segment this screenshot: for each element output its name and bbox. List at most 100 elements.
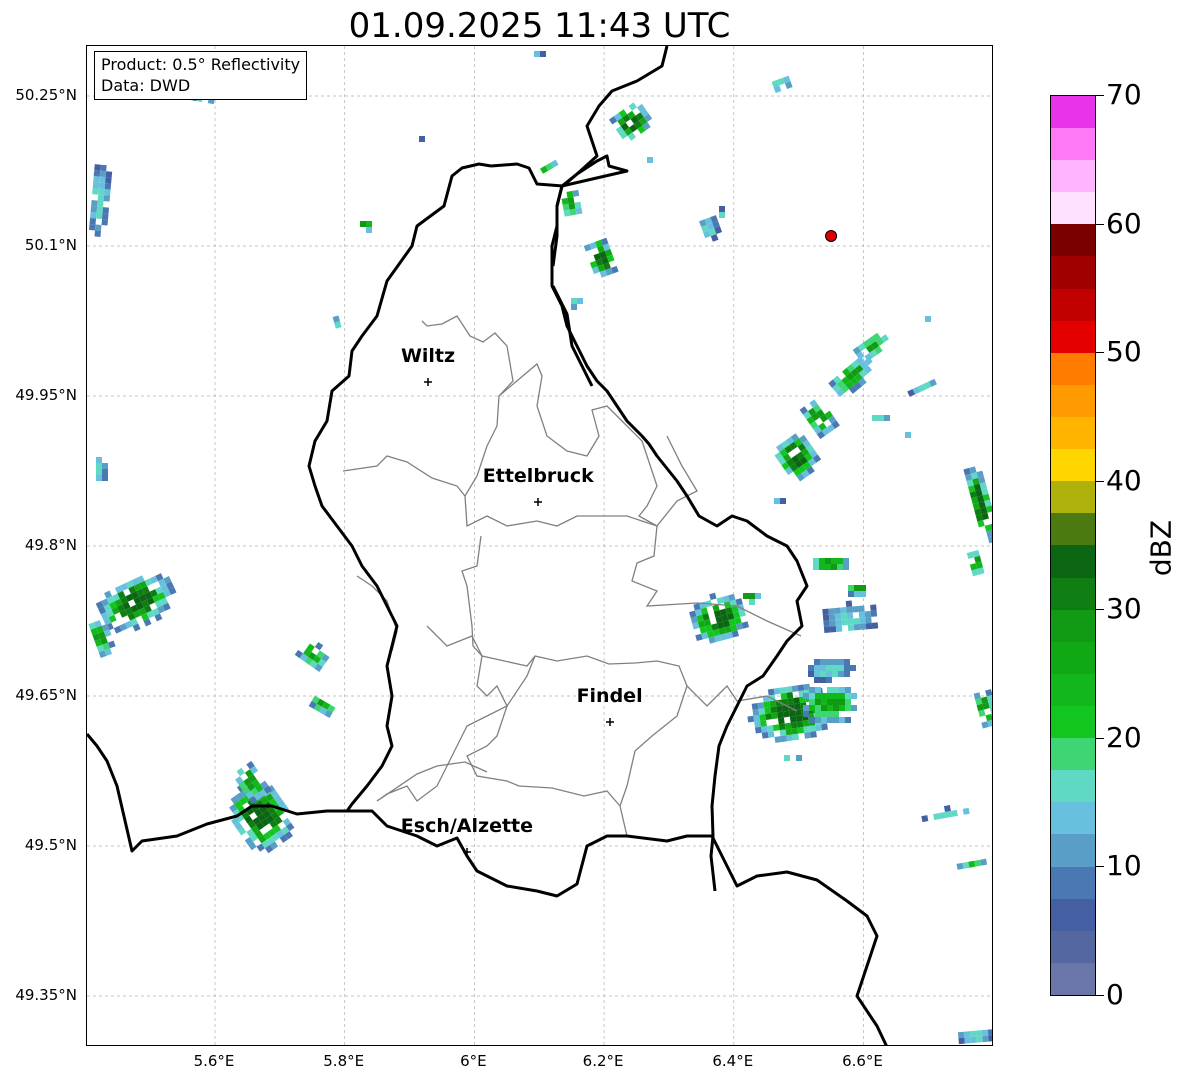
echo-pixel <box>796 720 804 728</box>
graticule <box>87 46 992 1045</box>
echo-pixel <box>760 725 768 733</box>
echo-pixel <box>825 564 831 570</box>
echo-pixel <box>784 722 792 730</box>
echo-pixel <box>976 1036 983 1043</box>
colorbar-tick-label: 20 <box>1106 720 1142 754</box>
echo-pixel <box>832 671 838 677</box>
echo-pixel <box>747 715 755 723</box>
echo-pixel <box>847 624 855 631</box>
echo-pixel <box>803 711 809 717</box>
echo-pixel <box>755 593 761 599</box>
echo-pixel <box>96 475 102 481</box>
border-belgium-france <box>87 733 347 853</box>
echo-pixel <box>839 687 845 693</box>
colorbar-segment <box>1051 417 1095 450</box>
echo-pixel <box>826 671 832 677</box>
echo-pixel <box>360 221 366 227</box>
echo-pixel <box>945 810 952 818</box>
colorbar-segment <box>1051 128 1095 161</box>
echo-pixel <box>846 606 853 614</box>
echo-pixel <box>845 717 851 723</box>
echo-cell <box>419 136 425 142</box>
district-boundary-west <box>376 625 508 802</box>
echo-cell <box>96 457 108 481</box>
echo-pixel <box>980 858 988 866</box>
map-canvas[interactable] <box>87 46 993 1046</box>
echo-pixel <box>933 813 941 820</box>
echo-pixel <box>822 614 830 622</box>
echo-pixel <box>843 558 849 564</box>
echo-pixel <box>981 1029 989 1037</box>
echo-pixel <box>845 687 851 693</box>
echo-pixel <box>774 736 782 743</box>
echo-pixel <box>843 564 849 570</box>
echo-pixel <box>767 731 775 738</box>
echo-pixel <box>92 182 100 189</box>
echo-pixel <box>814 665 820 671</box>
echo-cell <box>689 592 750 644</box>
echo-pixel <box>789 715 797 723</box>
echo-pixel <box>780 498 786 504</box>
echo-pixel <box>839 705 845 711</box>
echo-pixel <box>833 711 839 717</box>
echo-pixel <box>845 705 851 711</box>
echo-pixel <box>94 164 101 171</box>
echo-pixel <box>956 862 964 870</box>
echo-pixel <box>236 767 245 777</box>
echo-pixel <box>821 705 827 711</box>
echo-pixel <box>848 591 854 597</box>
echo-pixel <box>98 188 105 196</box>
echo-pixel <box>769 700 777 708</box>
colorbar-tick <box>1096 737 1104 739</box>
echo-pixel <box>783 710 790 718</box>
echo-pixel <box>90 212 97 219</box>
echo-pixel <box>835 619 842 627</box>
echo-pixel <box>752 708 760 716</box>
echo-pixel <box>561 197 569 205</box>
echo-pixel <box>833 705 839 711</box>
colorbar-segment <box>1051 577 1095 610</box>
colorbar-segment <box>1051 192 1095 225</box>
echo-pixel <box>834 613 842 621</box>
echo-pixel <box>845 699 851 705</box>
echo-pixel <box>832 665 838 671</box>
echo-pixel <box>776 705 784 713</box>
echo-pixel <box>809 717 815 723</box>
echo-pixel <box>92 188 99 195</box>
echo-cell <box>957 1029 992 1045</box>
echo-pixel <box>833 687 839 693</box>
echo-pixel <box>823 626 831 634</box>
lon-tick-label: 5.8°E <box>323 1052 365 1070</box>
echo-pixel <box>765 713 772 721</box>
colorbar <box>1050 95 1096 996</box>
echo-pixel <box>815 699 821 705</box>
echo-pixel <box>974 859 982 867</box>
echo-pixel <box>102 463 108 469</box>
echo-pixel <box>809 725 817 732</box>
echo-pixel <box>366 227 372 233</box>
echo-cell <box>699 215 723 242</box>
echo-pixel <box>814 671 820 677</box>
echo-pixel <box>767 688 775 696</box>
echo-pixel <box>99 170 107 178</box>
echo-pixel <box>795 714 803 722</box>
echo-pixel <box>845 693 851 699</box>
echo-cell <box>583 237 619 278</box>
lon-tick-label: 5.6°E <box>193 1052 235 1070</box>
district-boundary-sw <box>376 761 488 802</box>
echo-pixel <box>103 195 111 202</box>
colorbar-segment <box>1051 352 1095 385</box>
echo-pixel <box>562 203 570 211</box>
echo-pixel <box>851 693 857 699</box>
echo-pixel <box>859 623 867 630</box>
echo-pixel <box>791 727 799 735</box>
colorbar-tick-label: 30 <box>1106 592 1142 626</box>
echo-pixel <box>366 221 372 227</box>
district-boundary-mid <box>464 495 802 637</box>
echo-pixel <box>540 51 546 57</box>
echo-pixel <box>757 702 765 709</box>
radar-map[interactable] <box>86 45 993 1046</box>
echo-pixel <box>574 201 582 209</box>
colorbar-segment <box>1051 288 1095 321</box>
echo-pixel <box>97 200 104 208</box>
